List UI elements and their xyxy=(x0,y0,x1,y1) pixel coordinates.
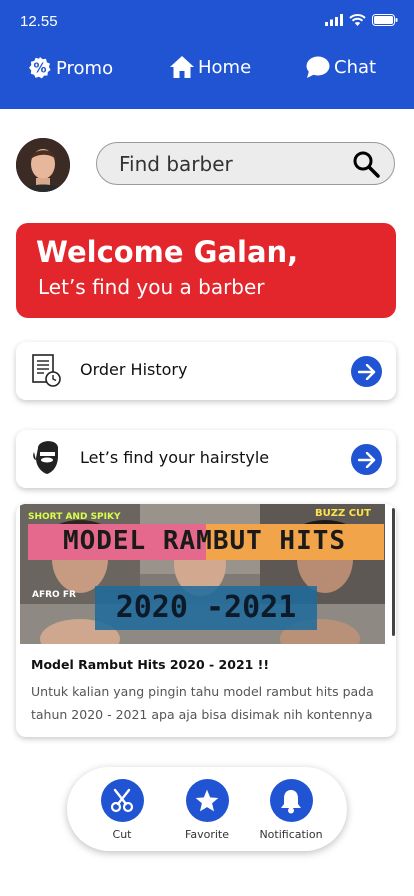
wifi-icon xyxy=(349,14,366,26)
app-screen: 12.55 % Promo Home Chat Find barber Welc… xyxy=(0,0,414,896)
top-nav: % Promo Home Chat xyxy=(0,56,414,84)
image-tag-left: SHORT AND SPIKY xyxy=(28,512,121,522)
welcome-title: Welcome Galan, xyxy=(36,235,299,269)
bottom-nav-cut[interactable]: Cut xyxy=(82,779,162,841)
nav-chat-label: Chat xyxy=(334,56,377,78)
image-banner-years: 2020 -2021 xyxy=(115,590,297,625)
bearded-man-icon xyxy=(33,441,58,474)
article-title: Model Rambut Hits 2020 - 2021 !! xyxy=(31,657,270,672)
discount-badge-icon: % xyxy=(29,57,51,79)
star-icon xyxy=(195,789,219,811)
nav-chat[interactable]: Chat xyxy=(306,56,376,78)
home-icon xyxy=(170,56,194,78)
cellular-signal-icon xyxy=(325,14,343,26)
avatar[interactable] xyxy=(16,138,70,192)
bottom-nav-notification[interactable]: Notification xyxy=(251,779,331,841)
article-image: SHORT AND SPIKY BUZZ CUT AFRO FR MODEL R… xyxy=(20,504,385,644)
search-bar[interactable]: Find barber xyxy=(96,142,395,185)
order-history-arrow-button[interactable] xyxy=(351,356,382,387)
image-banner-title: MODEL RAMBUT HITS xyxy=(62,526,347,556)
arrow-right-icon xyxy=(357,451,375,468)
image-tag-afro: AFRO FR xyxy=(32,590,76,600)
status-icons xyxy=(325,14,398,26)
welcome-subtitle: Let’s find you a barber xyxy=(38,275,265,299)
nav-home-label: Home xyxy=(198,56,252,78)
favorite-button[interactable] xyxy=(185,779,229,822)
svg-text:%: % xyxy=(33,62,46,77)
nav-promo-label: Promo xyxy=(56,57,114,79)
nav-home[interactable]: Home xyxy=(170,56,251,78)
battery-icon xyxy=(372,14,398,26)
bottom-nav-favorite[interactable]: Favorite xyxy=(167,779,247,841)
cut-button[interactable] xyxy=(100,779,144,822)
arrow-right-icon xyxy=(357,363,375,380)
bell-icon xyxy=(281,789,301,813)
status-time: 12.55 xyxy=(20,13,58,30)
hairstyle-card[interactable]: Let’s find your hairstyle xyxy=(16,430,396,488)
bottom-nav: Cut Favorite Notification xyxy=(67,767,347,851)
header: 12.55 % Promo Home Chat xyxy=(0,0,414,109)
chat-bubble-icon xyxy=(306,56,330,78)
article-description: Untuk kalian yang pingin tahu model ramb… xyxy=(31,684,374,722)
article-card[interactable]: SHORT AND SPIKY BUZZ CUT AFRO FR MODEL R… xyxy=(16,504,396,737)
image-tag-right: BUZZ CUT xyxy=(314,508,371,519)
search-icon[interactable] xyxy=(352,150,380,178)
scissors-icon xyxy=(110,788,134,812)
image-scrollbar[interactable] xyxy=(392,508,395,636)
order-history-label: Order History xyxy=(80,360,188,379)
search-input[interactable]: Find barber xyxy=(119,152,233,176)
hairstyle-arrow-button[interactable] xyxy=(351,444,382,475)
cut-label: Cut xyxy=(112,828,132,841)
notification-label: Notification xyxy=(259,828,323,841)
notification-button[interactable] xyxy=(269,779,313,822)
hairstyle-label: Let’s find your hairstyle xyxy=(80,448,270,467)
nav-promo[interactable]: % Promo xyxy=(28,56,113,80)
order-history-icon xyxy=(32,354,61,387)
order-history-card[interactable]: Order History xyxy=(16,342,396,400)
welcome-banner: Welcome Galan, Let’s find you a barber xyxy=(16,223,396,318)
favorite-label: Favorite xyxy=(185,828,229,841)
user-photo-icon xyxy=(16,138,70,192)
